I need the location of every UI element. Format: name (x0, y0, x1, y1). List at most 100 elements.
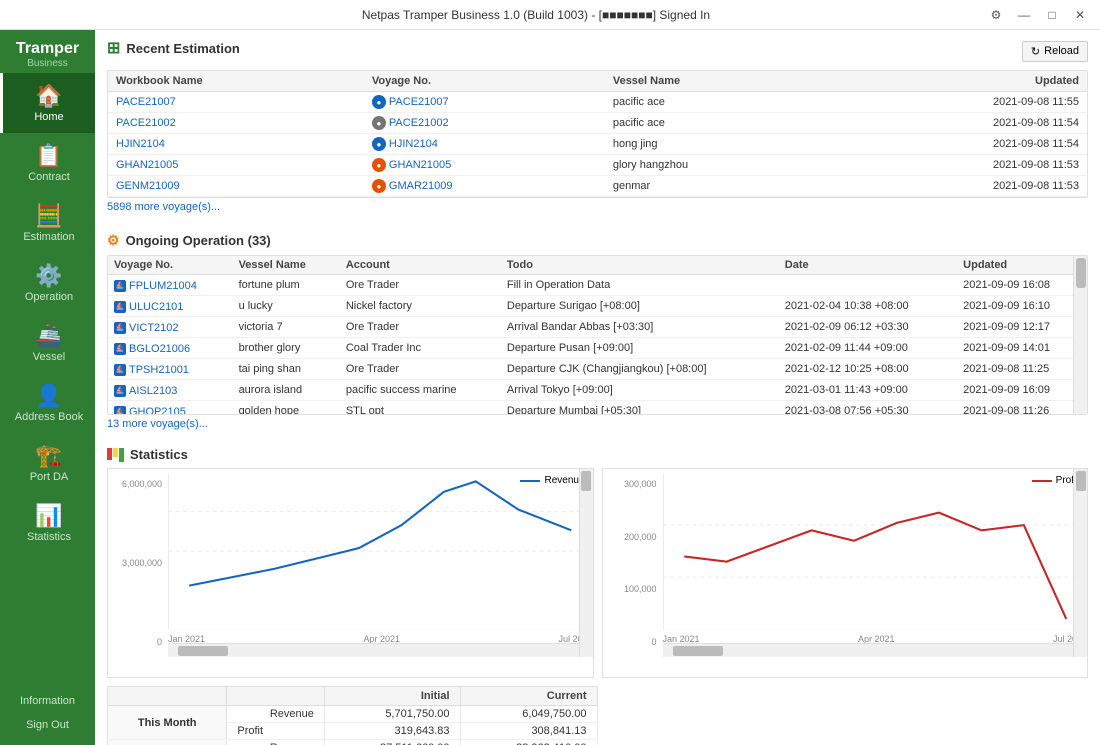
settings-icon[interactable]: ⚙ (984, 5, 1008, 25)
account: Ore Trader (340, 359, 501, 380)
sidebar-item-address-book[interactable]: 👤 Address Book (0, 373, 95, 433)
sidebar-item-port-da[interactable]: 🏗️ Port DA (0, 433, 95, 493)
sidebar-logo: Tramper Business (16, 30, 79, 73)
reload-button[interactable]: ↻ Reload (1022, 41, 1088, 62)
revenue-y1: 6,000,000 (122, 479, 162, 489)
ongoing-title: Ongoing Operation (33) (126, 233, 271, 248)
statistics-summary-table: Initial Current This Month Revenue 5,701… (107, 686, 598, 745)
sidebar-logo-sub: Business (16, 58, 79, 69)
profit-y3: 100,000 (624, 584, 657, 594)
ongoing-table: Voyage No. Vessel Name Account Todo Date… (108, 256, 1087, 415)
period-this-year: This Year (108, 740, 227, 745)
gear-icon: ⚙ (107, 232, 120, 249)
profit-y1: 300,000 (624, 479, 657, 489)
updated-time: 2021-09-08 11:54 (832, 134, 1087, 155)
col-account: Account (340, 256, 501, 275)
sidebar-item-information[interactable]: Information (0, 689, 95, 713)
voyage-no: ⛵ TPSH21001 (108, 359, 233, 380)
col-voyage-no: Voyage No. (364, 71, 605, 92)
date: 2021-02-09 06:12 +03:30 (779, 317, 957, 338)
sidebar-logo-title: Tramper (16, 40, 79, 58)
profit-chart-h-scrollbar[interactable] (663, 643, 1074, 657)
updated-time: 2021-09-08 11:55 (832, 92, 1087, 113)
todo: Departure Pusan [+09:00] (501, 338, 779, 359)
revenue-y3: 0 (157, 637, 162, 647)
vessel-name: brother glory (233, 338, 340, 359)
table-row[interactable]: GHAN21005 ● GHAN21005 glory hangzhou 202… (108, 155, 1087, 176)
recent-more-link[interactable]: 5898 more voyage(s)... (107, 198, 220, 216)
revenue-chart: Revenue Jan 2021 Apr 2021 Jul 2021 (107, 468, 594, 678)
sidebar-item-label: Estimation (23, 231, 74, 243)
todo: Departure Mumbai [+05:30] (501, 401, 779, 416)
chart-v-scrollbar[interactable] (579, 469, 593, 657)
sidebar-item-label: Vessel (33, 351, 65, 363)
account: Ore Trader (340, 317, 501, 338)
account: pacific success marine (340, 380, 501, 401)
statistics-section: Statistics Revenue (95, 441, 1100, 745)
table-row[interactable]: PACE21002 ● PACE21002 pacific ace 2021-0… (108, 113, 1087, 134)
profit-chart-svg (663, 473, 1088, 629)
updated: 2021-09-08 11:25 (957, 359, 1087, 380)
vessel-icon: 🚢 (35, 323, 62, 349)
reload-label: Reload (1044, 45, 1079, 57)
contract-icon: 📋 (35, 143, 62, 169)
voyage-no: ⛵ AISL2103 (108, 380, 233, 401)
vessel-name: aurora island (233, 380, 340, 401)
statistics-title: Statistics (130, 447, 188, 462)
profit-chart-v-scrollbar[interactable] (1073, 469, 1087, 657)
reload-icon: ↻ (1031, 45, 1040, 58)
table-row[interactable]: ⛵ BGLO21006 brother glory Coal Trader In… (108, 338, 1087, 359)
sidebar-item-contract[interactable]: 📋 Contract (0, 133, 95, 193)
workbook-name: GHAN21005 (108, 155, 364, 176)
table-row[interactable]: ⛵ ULUC2101 u lucky Nickel factory Depart… (108, 296, 1087, 317)
updated-time: 2021-09-08 11:53 (832, 155, 1087, 176)
sign-out-label: Sign Out (26, 719, 69, 731)
workbook-name: PACE21007 (108, 92, 364, 113)
ongoing-more-link[interactable]: 13 more voyage(s)... (107, 415, 208, 433)
table-row[interactable]: ⛵ GHOP2105 golden hope STL opt Departure… (108, 401, 1087, 416)
minimize-button[interactable]: — (1012, 5, 1036, 25)
table-row[interactable]: GENM21009 ● GMAR21009 genmar 2021-09-08 … (108, 176, 1087, 197)
statistics-header: Statistics (107, 447, 1088, 462)
vessel-name: fortune plum (233, 275, 340, 296)
sidebar-item-statistics[interactable]: 📊 Statistics (0, 493, 95, 553)
profit-y2: 200,000 (624, 532, 657, 542)
updated-time: 2021-09-08 11:53 (832, 176, 1087, 197)
profit-chart: Profit Jan 2021 Apr 2021 Jul 2021 (602, 468, 1089, 678)
table-row[interactable]: ⛵ TPSH21001 tai ping shan Ore Trader Dep… (108, 359, 1087, 380)
summary-row: This Month Revenue 5,701,750.00 6,049,75… (108, 706, 598, 723)
updated: 2021-09-09 14:01 (957, 338, 1087, 359)
workbook-name: GENM21009 (108, 176, 364, 197)
main-layout: Tramper Business 🏠 Home 📋 Contract 🧮 Est… (0, 30, 1100, 745)
vessel-name: glory hangzhou (605, 155, 833, 176)
charts-row: Revenue Jan 2021 Apr 2021 Jul 2021 (107, 468, 1088, 678)
table-row[interactable]: HJIN2104 ● HJIN2104 hong jing 2021-09-08… (108, 134, 1087, 155)
date: 2021-02-09 11:44 +09:00 (779, 338, 957, 359)
sidebar-item-sign-out[interactable]: Sign Out (0, 713, 95, 737)
table-row[interactable]: ⛵ AISL2103 aurora island pacific success… (108, 380, 1087, 401)
sidebar-item-vessel[interactable]: 🚢 Vessel (0, 313, 95, 373)
restore-button[interactable]: □ (1040, 5, 1064, 25)
table-row[interactable]: ⛵ VICT2102 victoria 7 Ore Trader Arrival… (108, 317, 1087, 338)
profit-legend: Profit (1032, 475, 1079, 486)
chart-h-scrollbar[interactable] (168, 643, 579, 657)
close-button[interactable]: ✕ (1068, 5, 1092, 25)
sidebar-item-operation[interactable]: ⚙️ Operation (0, 253, 95, 313)
vessel-name: genmar (605, 176, 833, 197)
table-row[interactable]: PACE21007 ● PACE21007 pacific ace 2021-0… (108, 92, 1087, 113)
recent-estimation-section: ⊞ Recent Estimation ↻ Reload Workbook Na… (95, 30, 1100, 224)
vertical-scrollbar[interactable] (1073, 256, 1087, 414)
account: Nickel factory (340, 296, 501, 317)
recent-estimation-table-wrapper: Workbook Name Voyage No. Vessel Name Upd… (107, 70, 1088, 198)
sidebar-item-estimation[interactable]: 🧮 Estimation (0, 193, 95, 253)
row-label: Revenue (227, 740, 324, 745)
table-row[interactable]: ⛵ FPLUM21004 fortune plum Ore Trader Fil… (108, 275, 1087, 296)
sidebar-item-label: Statistics (27, 531, 71, 543)
vessel-name: hong jing (605, 134, 833, 155)
information-label: Information (20, 695, 75, 707)
row-current: 6,049,750.00 (460, 706, 597, 723)
todo: Arrival Tokyo [+09:00] (501, 380, 779, 401)
todo: Arrival Bandar Abbas [+03:30] (501, 317, 779, 338)
sidebar-bottom: Information Sign Out (0, 689, 95, 745)
sidebar-item-home[interactable]: 🏠 Home (0, 73, 95, 133)
